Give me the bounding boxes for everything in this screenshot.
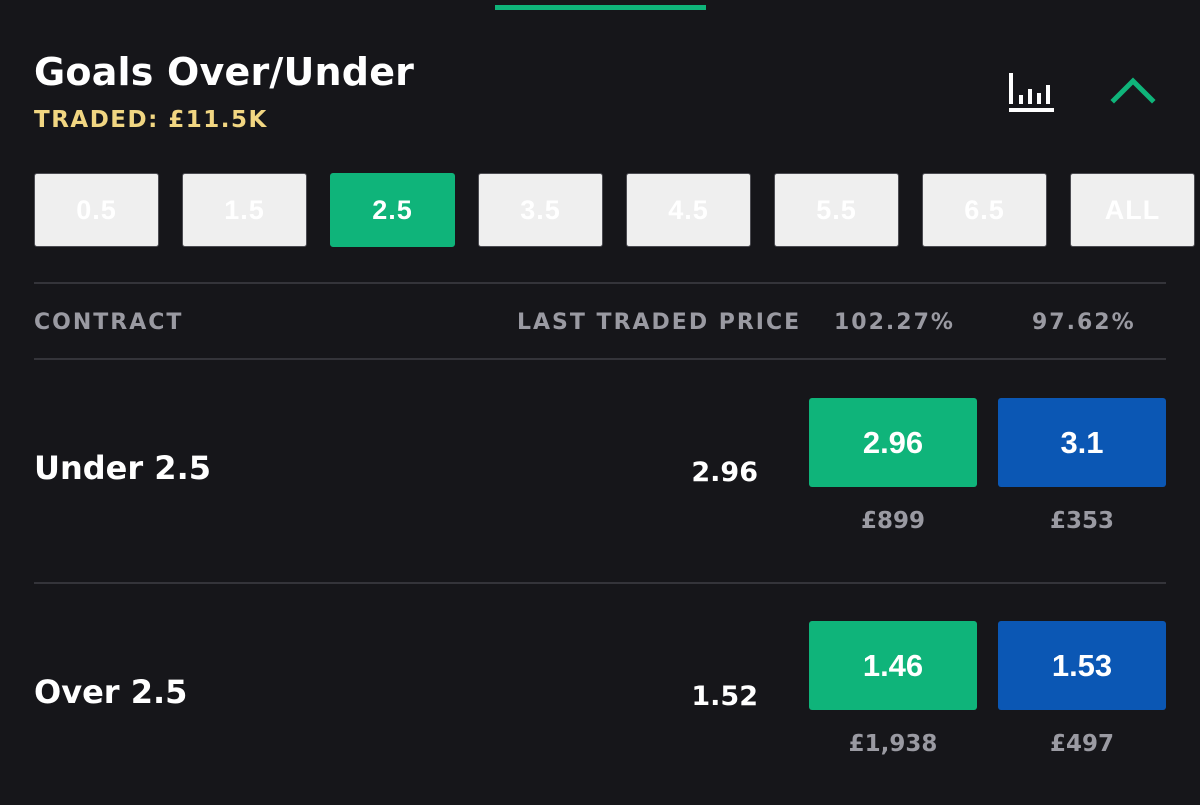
chevron-up-icon[interactable] [1108,70,1158,110]
line-tab-6-5[interactable]: 6.5 [922,173,1047,247]
lay-price-button[interactable]: 1.53 [998,621,1166,710]
line-tab-1-5[interactable]: 1.5 [182,173,307,247]
line-tab-0-5[interactable]: 0.5 [34,173,159,247]
contract-name: Over 2.5 [34,673,188,711]
column-header-divider [34,358,1166,360]
last-traded-price: 2.96 [691,457,758,488]
back-volume: £899 [860,508,925,534]
market-title: Goals Over/Under [34,50,415,94]
header-divider [34,282,1166,284]
bar-chart-icon[interactable] [1004,70,1058,114]
active-tab-indicator [495,5,706,10]
back-price-button[interactable]: 1.46 [809,621,977,710]
last-traded-price-column-header: LAST TRADED PRICE [517,310,802,335]
contract-column-header: CONTRACT [34,310,184,335]
back-book-percentage: 102.27% [834,310,955,335]
line-tab-4-5[interactable]: 4.5 [626,173,751,247]
traded-volume: TRADED: £11.5K [34,107,268,133]
goal-line-tabs: 0.5 1.5 2.5 3.5 4.5 5.5 6.5 ALL [34,173,1195,247]
lay-book-percentage: 97.62% [1032,310,1136,335]
line-tab-all[interactable]: ALL [1070,173,1195,247]
line-tab-3-5[interactable]: 3.5 [478,173,603,247]
back-volume: £1,938 [848,731,938,757]
last-traded-price: 1.52 [691,681,758,712]
market-panel: Goals Over/Under TRADED: £11.5K 0.5 1.5 … [0,0,1200,805]
line-tab-5-5[interactable]: 5.5 [774,173,899,247]
line-tab-2-5[interactable]: 2.5 [330,173,455,247]
back-price-button[interactable]: 2.96 [809,398,977,487]
lay-volume: £497 [1049,731,1114,757]
contract-name: Under 2.5 [34,449,211,487]
lay-volume: £353 [1049,508,1114,534]
lay-price-button[interactable]: 3.1 [998,398,1166,487]
contract-divider [34,582,1166,584]
